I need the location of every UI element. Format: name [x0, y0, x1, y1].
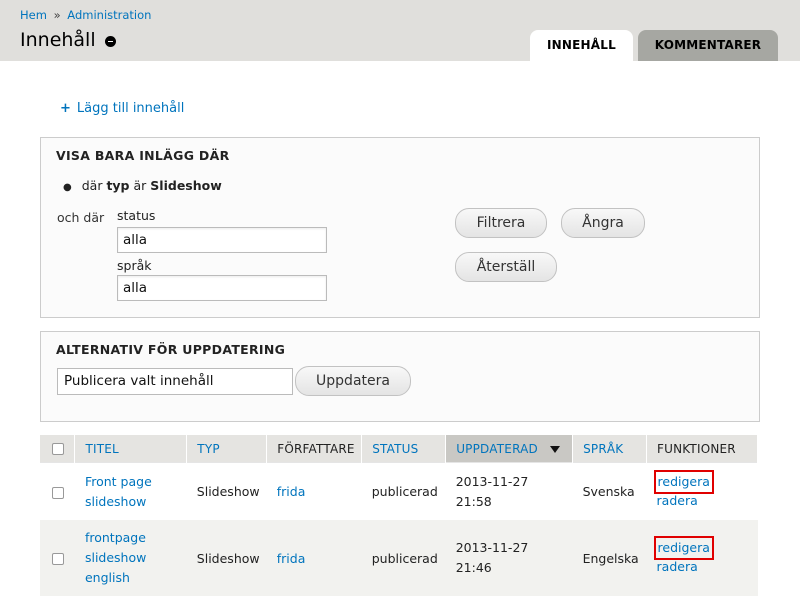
plus-icon: + — [60, 101, 71, 116]
row-edit-link[interactable]: redigera — [653, 469, 714, 494]
filter-fieldset: VISA BARA INLÄGG DÄR ● där typ är Slides… — [40, 137, 760, 318]
criterion-verb: är — [133, 178, 147, 193]
active-filter-criterion: ● där typ är Slideshow — [63, 178, 222, 193]
breadcrumb-separator: » — [53, 8, 61, 22]
criterion-field: typ — [106, 178, 130, 193]
row-title-line: frontpage — [84, 530, 146, 545]
tab-content[interactable]: INNEHÅLL — [530, 30, 633, 61]
row-delete-link[interactable]: radera — [657, 557, 758, 577]
criterion-value: Slideshow — [150, 178, 222, 193]
filter-button[interactable]: Filtrera — [455, 208, 547, 238]
row-language: Svenska — [572, 462, 647, 520]
column-header-author: FÖRFATTARE — [266, 435, 363, 463]
row-title-link[interactable]: frontpage slideshow english — [85, 528, 187, 588]
column-header-operations: FUNKTIONER — [646, 435, 758, 463]
add-content-label: Lägg till innehåll — [76, 101, 185, 116]
row-author-link[interactable]: frida — [277, 484, 306, 499]
update-button[interactable]: Uppdatera — [295, 366, 411, 396]
row-title-line: slideshow — [84, 493, 147, 509]
column-header-type[interactable]: TYP — [197, 442, 220, 456]
row-delete-link[interactable]: radera — [657, 491, 758, 511]
language-select[interactable]: alla — [117, 275, 327, 301]
row-updated-time: 21:46 — [455, 560, 492, 575]
column-header-title[interactable]: TITEL — [85, 442, 118, 456]
row-edit-link[interactable]: redigera — [653, 536, 714, 560]
language-label: språk — [117, 258, 152, 273]
page-header: Hem » Administration Innehåll INNEHÅLL K… — [0, 0, 800, 61]
row-checkbox[interactable] — [52, 486, 64, 499]
row-title-line: english — [84, 570, 130, 585]
criterion-prefix: där — [81, 178, 103, 193]
filter-legend: VISA BARA INLÄGG DÄR — [56, 148, 230, 163]
row-updated-time: 21:58 — [455, 493, 492, 509]
breadcrumb-home[interactable]: Hem — [20, 8, 47, 22]
add-content-link[interactable]: + Lägg till innehåll — [60, 101, 184, 116]
undo-button[interactable]: Ångra — [561, 208, 645, 238]
update-options-fieldset: ALTERNATIV FÖR UPPDATERING Publicera val… — [40, 331, 760, 422]
select-all-checkbox[interactable] — [52, 443, 64, 455]
row-type: Slideshow — [186, 520, 267, 596]
breadcrumb: Hem » Administration — [20, 8, 151, 22]
breadcrumb-administration[interactable]: Administration — [67, 8, 151, 22]
column-header-updated[interactable]: UPPDATERAD — [456, 442, 538, 456]
shortcut-remove-icon[interactable] — [105, 36, 116, 47]
row-checkbox[interactable] — [52, 553, 64, 565]
reset-button[interactable]: Återställ — [455, 252, 557, 282]
table-row: Front page slideshow Slideshow frida pub… — [40, 462, 758, 520]
row-author-link[interactable]: frida — [277, 551, 306, 566]
row-language: Engelska — [572, 520, 647, 596]
column-header-status[interactable]: STATUS — [372, 442, 418, 456]
row-title-line: slideshow — [84, 550, 147, 565]
row-updated-date: 2013-11-27 — [455, 473, 529, 489]
row-type: Slideshow — [186, 462, 267, 520]
row-status: publicerad — [361, 520, 446, 596]
status-select[interactable]: alla — [117, 227, 327, 253]
and-where-label: och där — [57, 210, 105, 225]
row-updated-date: 2013-11-27 — [455, 540, 529, 555]
content-table: TITEL TYP FÖRFATTARE STATUS UPPDATERAD S… — [40, 435, 758, 596]
table-row: frontpage slideshow english Slideshow fr… — [40, 520, 758, 596]
sort-descending-icon[interactable] — [549, 445, 560, 453]
page-title: Innehåll — [20, 29, 96, 51]
row-title-link[interactable]: Front page slideshow — [85, 472, 187, 512]
tab-comments[interactable]: KOMMENTARER — [638, 30, 778, 61]
row-status: publicerad — [361, 462, 446, 520]
update-action-select[interactable]: Publicera valt innehåll — [57, 368, 293, 395]
row-title-line: Front page — [84, 473, 152, 489]
column-header-language[interactable]: SPRÅK — [583, 442, 623, 456]
bullet-icon: ● — [63, 182, 72, 193]
status-label: status — [117, 208, 156, 223]
update-legend: ALTERNATIV FÖR UPPDATERING — [56, 342, 286, 357]
